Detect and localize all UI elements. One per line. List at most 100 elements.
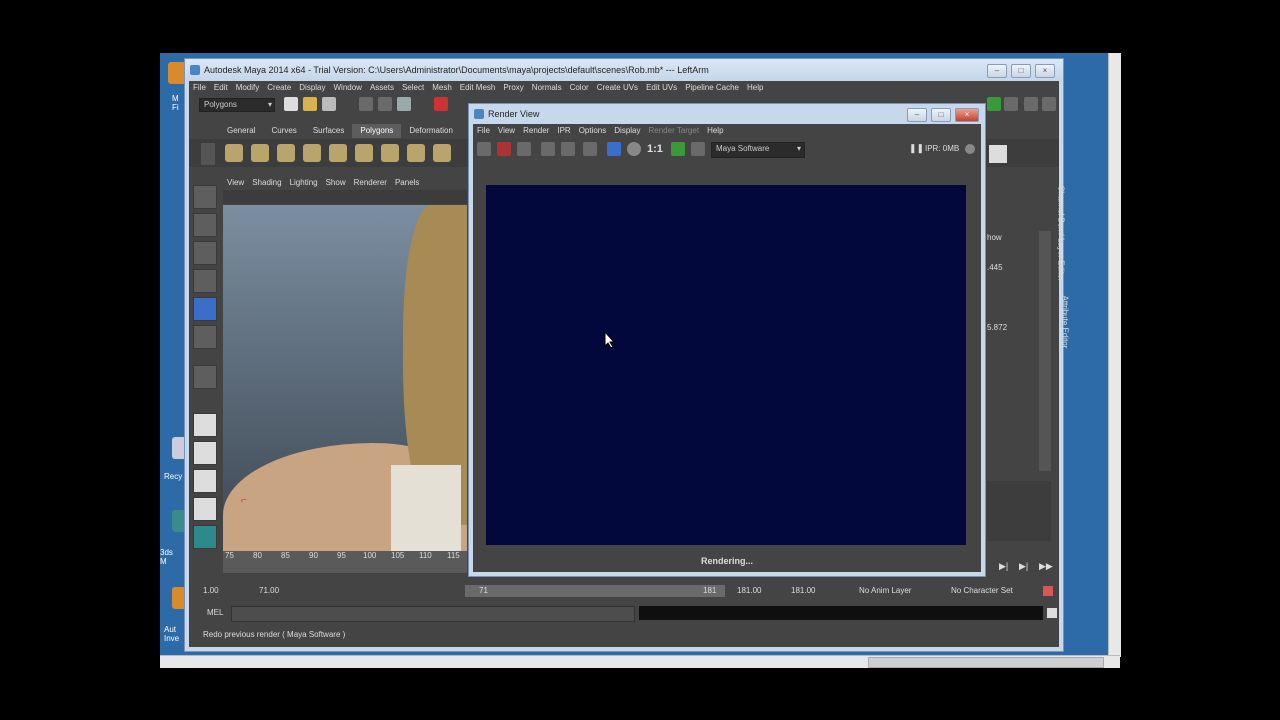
checker-icon[interactable] <box>989 145 1007 163</box>
menu-mesh[interactable]: Mesh <box>428 81 456 95</box>
menu-edit[interactable]: Edit <box>210 81 232 95</box>
lasso-tool-icon[interactable] <box>193 213 217 237</box>
start-time-field[interactable]: 1.00 <box>203 586 219 595</box>
step-forward-icon[interactable]: ▶| <box>999 561 1008 572</box>
rv-menu-render[interactable]: Render <box>519 124 553 138</box>
maximize-button[interactable]: □ <box>931 108 951 122</box>
remove-image-icon[interactable] <box>691 142 705 156</box>
range-slider[interactable]: 71 181 <box>465 585 725 597</box>
rv-menu-view[interactable]: View <box>494 124 519 138</box>
redo-render-icon[interactable] <box>477 142 491 156</box>
shelf-menu-icon[interactable] <box>201 143 215 165</box>
poly-cone-icon[interactable] <box>303 144 321 162</box>
viewport[interactable]: ⌐ <box>223 205 467 551</box>
tab-surfaces[interactable]: Surfaces <box>304 124 353 138</box>
persp-outliner-layout-icon[interactable] <box>193 497 217 521</box>
channel-value[interactable]: 5.872 <box>987 323 1007 332</box>
menu-normals[interactable]: Normals <box>528 81 566 95</box>
channel-show-menu[interactable]: how <box>987 233 1002 242</box>
rv-menu-options[interactable]: Options <box>575 124 611 138</box>
renderer-selector[interactable]: Maya Software ▾ <box>711 142 805 158</box>
refresh-ipr-icon[interactable] <box>561 142 575 156</box>
keep-image-icon[interactable] <box>671 142 685 156</box>
pause-icon[interactable]: ❚❚ <box>909 143 924 154</box>
tab-polygons[interactable]: Polygons <box>352 124 402 138</box>
save-scene-icon[interactable] <box>322 97 336 111</box>
rotate-tool-icon[interactable] <box>193 297 217 321</box>
channel-value[interactable]: .445 <box>987 263 1003 272</box>
single-pane-layout-icon[interactable] <box>193 413 217 437</box>
anim-layer-selector[interactable]: No Anim Layer <box>859 586 911 595</box>
render-settings-icon[interactable] <box>583 142 597 156</box>
rv-menu-display[interactable]: Display <box>610 124 644 138</box>
rv-menu-file[interactable]: File <box>473 124 494 138</box>
poly-cylinder-icon[interactable] <box>277 144 295 162</box>
menu-color[interactable]: Color <box>566 81 593 95</box>
menu-create-uvs[interactable]: Create UVs <box>593 81 642 95</box>
panel-menu-renderer[interactable]: Renderer <box>350 176 391 190</box>
settings-icon[interactable] <box>1042 97 1056 111</box>
move-tool-icon[interactable] <box>193 269 217 293</box>
tab-attribute-editor[interactable]: Attribute Editor <box>1061 296 1070 376</box>
menu-pipeline-cache[interactable]: Pipeline Cache <box>681 81 743 95</box>
poly-cube-icon[interactable] <box>251 144 269 162</box>
menu-select[interactable]: Select <box>398 81 428 95</box>
playback-start-field[interactable]: 71.00 <box>259 586 279 595</box>
new-scene-icon[interactable] <box>284 97 298 111</box>
close-button[interactable]: × <box>955 108 979 122</box>
select-tool-icon[interactable] <box>193 185 217 209</box>
poly-prism-icon[interactable] <box>381 144 399 162</box>
select-component-icon[interactable] <box>397 97 411 111</box>
alpha-channel-icon[interactable] <box>627 142 641 156</box>
tab-deformation[interactable]: Deformation <box>401 124 461 138</box>
menu-create[interactable]: Create <box>263 81 295 95</box>
poly-torus-icon[interactable] <box>355 144 373 162</box>
select-object-icon[interactable] <box>378 97 392 111</box>
select-hierarchy-icon[interactable] <box>359 97 373 111</box>
menu-display[interactable]: Display <box>295 81 329 95</box>
scale-tool-icon[interactable] <box>193 325 217 349</box>
menu-modify[interactable]: Modify <box>232 81 264 95</box>
script-editor-icon[interactable] <box>1047 608 1057 618</box>
layout-icon[interactable] <box>1024 97 1038 111</box>
channel-scrollbar[interactable] <box>1039 231 1051 471</box>
menu-help[interactable]: Help <box>743 81 767 95</box>
panel-menu-panels[interactable]: Panels <box>391 176 423 190</box>
real-size-button[interactable]: 1:1 <box>647 143 663 155</box>
menu-edit-mesh[interactable]: Edit Mesh <box>456 81 500 95</box>
paint-select-icon[interactable] <box>193 241 217 265</box>
maximize-button[interactable]: □ <box>1011 64 1031 78</box>
desktop-horizontal-scrollbar[interactable] <box>160 655 1120 668</box>
last-tool-icon[interactable] <box>193 365 217 389</box>
ipr-render-icon[interactable] <box>541 142 555 156</box>
open-scene-icon[interactable] <box>303 97 317 111</box>
menu-file[interactable]: File <box>189 81 210 95</box>
timeline[interactable]: 75 80 85 90 95 100 105 110 115 <box>223 551 467 573</box>
two-pane-layout-icon[interactable] <box>193 469 217 493</box>
command-language-label[interactable]: MEL <box>207 608 223 617</box>
minimize-button[interactable]: – <box>907 108 927 122</box>
auto-key-icon[interactable] <box>1043 586 1053 596</box>
desktop-vertical-scrollbar[interactable] <box>1108 53 1121 657</box>
render-canvas[interactable] <box>486 185 966 545</box>
menu-proxy[interactable]: Proxy <box>499 81 527 95</box>
menu-edit-uvs[interactable]: Edit UVs <box>642 81 681 95</box>
close-button[interactable]: × <box>1035 64 1055 78</box>
render-region-icon[interactable] <box>497 142 511 156</box>
end-time-field[interactable]: 181.00 <box>791 586 815 595</box>
character-set-selector[interactable]: No Character Set <box>951 586 1013 595</box>
panel-menu-show[interactable]: Show <box>322 176 350 190</box>
panel-layout-icon[interactable] <box>1004 97 1018 111</box>
panel-menu-shading[interactable]: Shading <box>248 176 285 190</box>
tab-general[interactable]: General <box>219 124 264 138</box>
panel-menu-view[interactable]: View <box>223 176 248 190</box>
command-input[interactable] <box>231 606 635 622</box>
menu-window[interactable]: Window <box>330 81 366 95</box>
scroll-thumb[interactable] <box>868 657 1104 668</box>
snap-grid-icon[interactable] <box>434 97 448 111</box>
panel-menu-lighting[interactable]: Lighting <box>286 176 322 190</box>
four-pane-layout-icon[interactable] <box>193 441 217 465</box>
poly-sphere-icon[interactable] <box>225 144 243 162</box>
poly-plane-icon[interactable] <box>329 144 347 162</box>
go-to-end-icon[interactable]: ▶▶ <box>1039 561 1053 572</box>
